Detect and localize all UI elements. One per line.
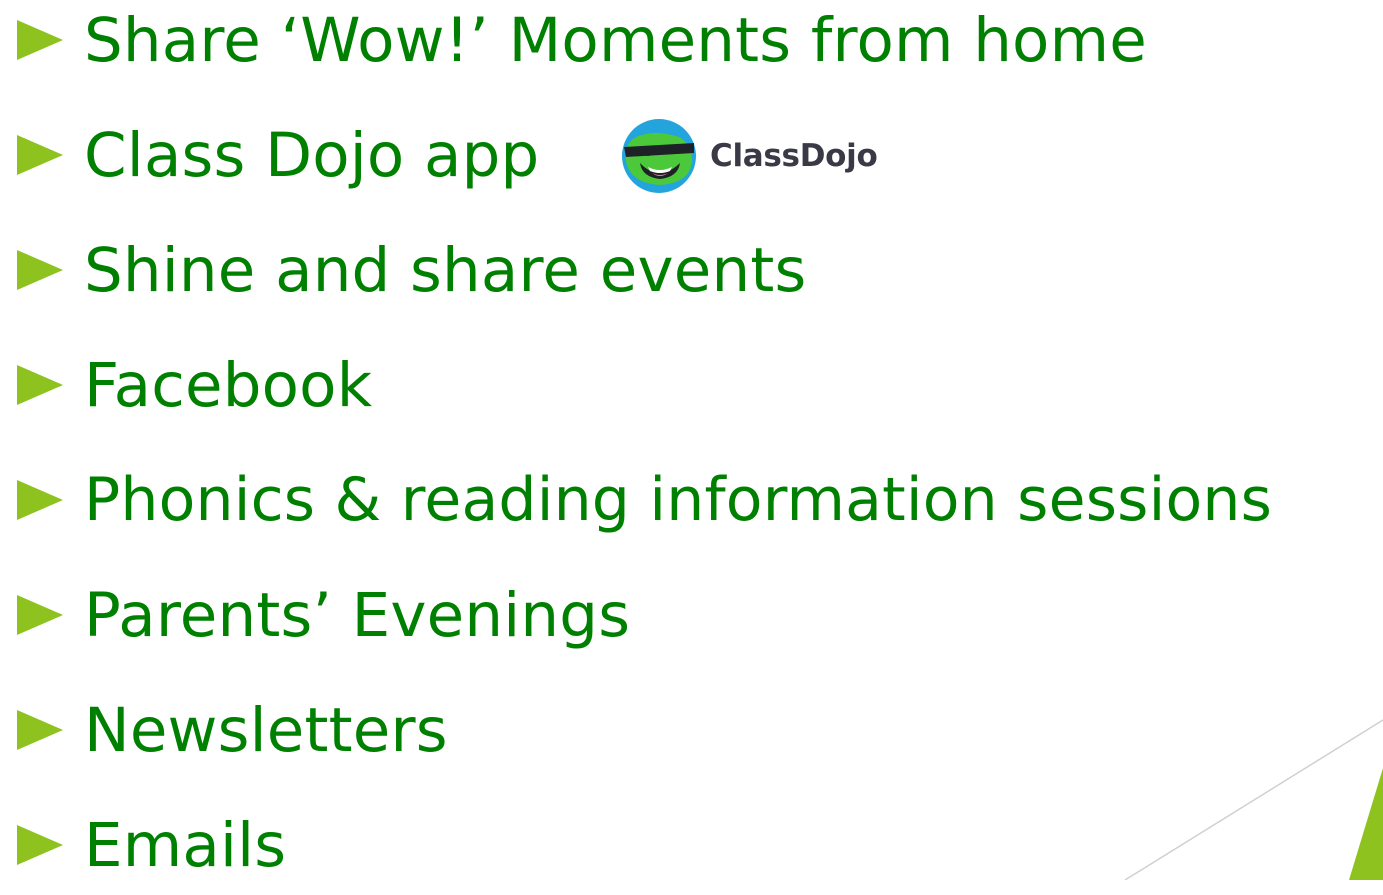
list-item-text: Phonics & reading information sessions — [84, 465, 1273, 535]
bullet-list: Share ‘Wow!’ Moments from home Class Doj… — [0, 0, 1383, 880]
bullet-arrow-icon — [17, 480, 63, 520]
bullet-arrow-icon — [17, 365, 63, 405]
bullet-arrow-icon — [17, 825, 63, 865]
bullet-arrow-icon — [17, 20, 63, 60]
classdojo-monster-icon — [622, 119, 696, 193]
list-item-text: Class Dojo app — [84, 119, 540, 191]
bullet-arrow-icon — [17, 250, 63, 290]
list-item-text: Newsletters — [84, 694, 448, 766]
list-item-text: Parents’ Evenings — [84, 579, 631, 651]
classdojo-logo: ClassDojo — [620, 117, 878, 195]
list-item-text: Shine and share events — [84, 234, 807, 306]
bullet-arrow-icon — [17, 710, 63, 750]
classdojo-logo-text: ClassDojo — [710, 138, 878, 174]
list-item-text: Share ‘Wow!’ Moments from home — [84, 4, 1147, 76]
list-item-text: Facebook — [84, 349, 373, 421]
bullet-arrow-icon — [17, 135, 63, 175]
bullet-arrow-icon — [17, 595, 63, 635]
list-item-text: Emails — [84, 809, 287, 881]
